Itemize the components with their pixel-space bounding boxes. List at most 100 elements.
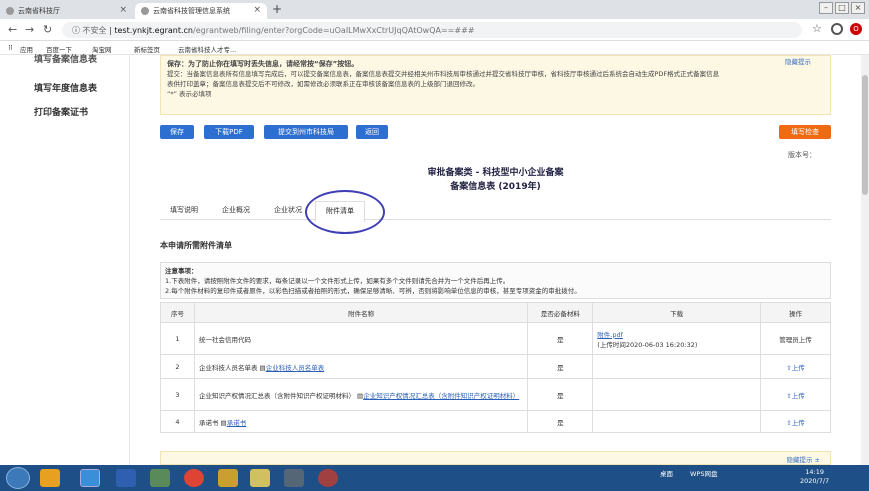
row-download: 附件.pdf (上传时间2020-06-03 16:20:32) xyxy=(592,322,762,355)
table-row: 2 企业科技人员名单表 ▤企业科技人员名单表 是 ⇧上传 xyxy=(160,354,831,379)
taskbar-word-icon[interactable] xyxy=(116,469,136,487)
row-download xyxy=(592,378,762,411)
apps-grid-icon[interactable]: ⠿ xyxy=(8,44,13,52)
template-link[interactable]: 企业知识产权情况汇总表（含附件知识产权证明材料） xyxy=(363,392,519,400)
browser-tab-2[interactable]: 云南省科技管理信息系统 × xyxy=(135,3,267,19)
table-row: 1 统一社会信用代码 是 附件.pdf (上传时间2020-06-03 16:2… xyxy=(160,322,831,355)
col-name: 附件名称 xyxy=(193,302,529,323)
check-button[interactable]: 填写检查 xyxy=(779,125,831,139)
row-no: 3 xyxy=(160,378,195,411)
minimize-button[interactable]: – xyxy=(819,2,833,14)
bottom-hide-tip-link[interactable]: 隐藏提示 ± xyxy=(786,454,820,464)
attention-title: 注意事项： xyxy=(165,267,198,275)
save-button[interactable]: 保存 xyxy=(160,125,194,139)
notice-line-save: 保存：为了防止你在填写时丢失信息，请经常按“保存”按钮。 xyxy=(167,60,359,68)
highlight-circle xyxy=(305,190,385,234)
submit-button[interactable]: 提交到州市科技局 xyxy=(264,125,348,139)
col-action: 操作 xyxy=(760,302,831,323)
info-icon[interactable]: ⓘ xyxy=(72,26,83,35)
sidebar-item-filing-info[interactable]: 填写备案信息表 xyxy=(34,52,97,65)
attention-box: 注意事项： 1.下表附件，请按照附件文件的要求，每条记录以一个文件形式上传，如果… xyxy=(160,262,831,299)
taskbar-app-icon[interactable] xyxy=(218,469,238,487)
taskbar-app-icon[interactable] xyxy=(318,469,338,487)
notice-line-required: “*” 表示必填项 xyxy=(167,90,212,98)
taskbar-ie-icon[interactable] xyxy=(80,469,100,487)
back-button[interactable]: 返回 xyxy=(356,125,388,139)
tab-overview[interactable]: 企业概况 xyxy=(222,205,250,215)
tab-favicon-icon xyxy=(6,7,14,15)
sidebar-item-annual-info[interactable]: 填写年度信息表 xyxy=(34,81,97,94)
taskbar-folder-icon[interactable] xyxy=(250,469,270,487)
row-required: 是 xyxy=(527,322,594,355)
row-required: 是 xyxy=(527,410,594,433)
template-link[interactable]: 承诺书 xyxy=(227,419,247,427)
row-name: 企业科技人员名单表 xyxy=(198,363,258,372)
bookmark-star-icon[interactable]: ☆ xyxy=(812,22,822,35)
col-no: 序号 xyxy=(160,302,195,323)
profile-icon[interactable] xyxy=(831,23,843,35)
start-button[interactable] xyxy=(6,467,30,489)
url-path: /egrantweb/filing/enter?orgCode=uOaILMwX… xyxy=(193,26,475,35)
forward-arrow-icon[interactable]: → xyxy=(25,23,34,36)
upload-button[interactable]: ⇧上传 xyxy=(760,354,831,379)
tab-label: 云南省科技管理信息系统 xyxy=(153,7,230,15)
template-link[interactable]: 企业科技人员名单表 xyxy=(266,364,325,372)
tab-status[interactable]: 企业状况 xyxy=(274,205,302,215)
upload-button[interactable]: ⇧上传 xyxy=(760,410,831,433)
security-label: 不安全 xyxy=(82,26,107,35)
upload-label: 上传 xyxy=(791,418,805,427)
bottom-tip-bar: 隐藏提示 ± xyxy=(160,451,831,465)
tray-desktop-label[interactable]: 桌面 xyxy=(660,468,673,478)
bookmark-newtab[interactable]: 新标签页 xyxy=(134,44,160,54)
close-window-button[interactable]: × xyxy=(851,2,865,14)
file-download-link[interactable]: 附件.pdf xyxy=(597,329,756,339)
download-pdf-button[interactable]: 下载PDF xyxy=(204,125,254,139)
row-no: 4 xyxy=(160,410,195,433)
hide-tip-link[interactable]: 隐藏提示 xyxy=(785,56,811,66)
close-tab-icon[interactable]: × xyxy=(253,5,261,15)
browser-tab-bar: 云南省科技厅 × 云南省科技管理信息系统 × + – □ × xyxy=(0,0,869,19)
notice-line-submit-cont: 表供打印盖章；备案信息表提交后不可修改，如需修改必须联系正在审核该备案信息表的上… xyxy=(167,80,479,88)
browser-tab-1[interactable]: 云南省科技厅 × xyxy=(0,3,133,19)
taskbar-app-icon[interactable] xyxy=(150,469,170,487)
taskbar-app-icon[interactable] xyxy=(284,469,304,487)
attention-line-2: 2.每个附件材料的复印件或者原件，以彩色扫描或者拍照的形式，确保足够清晰、可辨，… xyxy=(165,287,581,295)
tray-wps-label[interactable]: WPS网盘 xyxy=(690,468,717,478)
bookmark-apps[interactable]: 应用 xyxy=(20,44,33,54)
new-tab-button[interactable]: + xyxy=(272,2,282,16)
close-tab-icon[interactable]: × xyxy=(119,5,127,15)
row-no: 1 xyxy=(160,322,195,355)
upload-label: 上传 xyxy=(791,391,805,400)
form-subtitle: 备案信息表 (2019年) xyxy=(450,182,541,192)
tab-favicon-icon xyxy=(141,7,149,15)
sidebar-item-print-certificate[interactable]: 打印备案证书 xyxy=(34,105,88,118)
url-input[interactable]: ⓘ 不安全 | test.ynkjt.egrant.cn/egrantweb/f… xyxy=(62,22,802,38)
notice-line-submit: 提交：当备案信息表所有信息填写完成后，可以提交备案信息表，备案信息表提交并经相关… xyxy=(167,70,720,78)
row-name: 统一社会信用代码 xyxy=(193,322,529,355)
scrollbar[interactable] xyxy=(861,55,869,465)
row-name-cell: 企业知识产权情况汇总表（含附件知识产权证明材料） ▤企业知识产权情况汇总表（含附… xyxy=(193,378,529,411)
bookmark-talent[interactable]: 云南省科技人才专... xyxy=(178,44,236,54)
url-domain: test.ynkjt.egrant.cn xyxy=(114,26,193,35)
row-download xyxy=(592,354,762,379)
upload-time: (上传时间2020-06-03 16:20:32) xyxy=(597,340,698,349)
maximize-button[interactable]: □ xyxy=(835,2,849,14)
form-title: 审批备案类 - 科技型中小企业备案 xyxy=(427,168,564,178)
clock-date: 2020/7/7 xyxy=(800,477,830,485)
clock-time: 14:19 xyxy=(805,468,824,476)
row-action: 管理员上传 xyxy=(760,322,831,355)
reload-icon[interactable]: ↻ xyxy=(43,23,52,36)
tab-instructions[interactable]: 填写说明 xyxy=(170,205,198,215)
row-name: 承诺书 xyxy=(198,418,219,427)
version-label: 版本号： xyxy=(788,151,816,159)
row-no: 2 xyxy=(160,354,195,379)
opera-icon[interactable]: O xyxy=(850,23,862,35)
upload-button[interactable]: ⇧上传 xyxy=(760,378,831,411)
form-tabs: 填写说明 企业概况 企业状况 附件清单 xyxy=(160,200,831,222)
section-title: 本申请所需附件清单 xyxy=(160,241,232,250)
taskbar-app-icon[interactable] xyxy=(40,469,60,487)
taskbar-chrome-icon[interactable] xyxy=(184,469,204,487)
scrollbar-thumb[interactable] xyxy=(862,75,868,195)
back-arrow-icon[interactable]: ← xyxy=(8,23,17,36)
clock[interactable]: 14:19 2020/7/7 xyxy=(800,468,829,486)
